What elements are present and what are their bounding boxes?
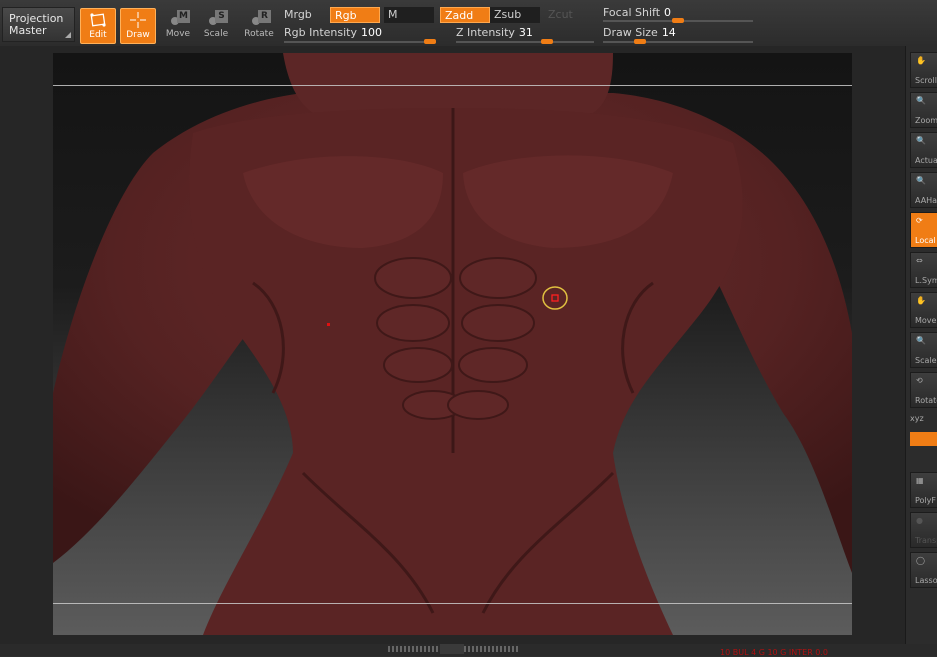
transp-button[interactable]: ●Transp — [910, 512, 937, 548]
zadd-toggle[interactable]: Zadd — [440, 7, 490, 23]
z-intensity-slider[interactable] — [456, 41, 594, 43]
xyz-button[interactable]: xyz — [910, 414, 937, 428]
frame-guide-bottom — [53, 603, 852, 604]
z-axis-button[interactable] — [910, 450, 937, 464]
polyf-button[interactable]: ▦ PolyF — [910, 472, 937, 508]
z-intensity-knob[interactable] — [541, 39, 553, 44]
aahalf-button[interactable]: 🔍AAHalf — [910, 172, 937, 208]
local-icon: ⟳ — [916, 216, 923, 225]
rotate-icon: R — [249, 10, 271, 28]
local-button[interactable]: ⟳ Local — [910, 212, 937, 248]
move-button[interactable]: M Move — [160, 8, 196, 44]
torso-model — [53, 53, 852, 635]
focal-shift-knob[interactable] — [672, 18, 684, 23]
draw-size-label: Draw Size 14 — [603, 26, 676, 39]
move-key: M — [177, 10, 190, 23]
lasso-button[interactable]: ◯ Lasso — [910, 552, 937, 588]
draw-label: Draw — [126, 30, 150, 40]
draw-size-value: 14 — [661, 26, 676, 39]
top-toolbar: Projection Master Edit Draw M Move S Sca… — [0, 0, 937, 47]
draw-icon — [128, 11, 148, 29]
rgb-intensity-label: Rgb Intensity 100 — [284, 26, 382, 39]
brush-cursor-icon — [542, 286, 568, 310]
hand-icon: ✋ — [916, 56, 926, 65]
right-shelf: ✋Scroll 🔍Zoom 🔍Actual 🔍AAHalf ⟳Local ⇔L.… — [905, 46, 937, 644]
move-icon: M — [168, 10, 190, 28]
z-intensity-value: 31 — [518, 26, 533, 39]
zoom-button[interactable]: 🔍 Zoom — [910, 92, 937, 128]
magnifier-icon: 🔍 — [916, 176, 926, 185]
z-intensity-label: Z Intensity 31 — [456, 26, 533, 39]
rotate-view-button[interactable]: ⟲Rotate — [910, 372, 937, 408]
xyz-label: xyz — [910, 414, 924, 423]
rgb-intensity-slider[interactable] — [284, 41, 436, 43]
submenu-corner-icon — [65, 32, 71, 38]
tray-toggle-icon[interactable] — [440, 644, 464, 654]
magnifier-icon: 🔍 — [916, 336, 926, 345]
sculpt-canvas[interactable] — [53, 53, 852, 635]
focal-shift-value: 0 — [664, 6, 672, 19]
transparency-icon: ● — [916, 516, 923, 525]
zcut-toggle[interactable]: Zcut — [544, 7, 594, 23]
point-marker — [327, 323, 330, 326]
magnifier-icon: 🔍 — [916, 96, 926, 105]
projection-master-button[interactable]: Projection Master — [2, 7, 75, 42]
rgb-intensity-knob[interactable] — [424, 39, 436, 44]
rotate-button[interactable]: R Rotate — [241, 8, 277, 44]
edit-icon — [88, 11, 108, 29]
scroll-button[interactable]: ✋ Scroll — [910, 52, 937, 88]
scale-button[interactable]: S Scale — [198, 8, 234, 44]
y-axis-button[interactable] — [910, 432, 937, 446]
rotate-key: R — [258, 10, 271, 23]
scale-view-button[interactable]: 🔍 Scale — [910, 332, 937, 368]
mrgb-label[interactable]: Mrgb — [284, 8, 312, 21]
scale-icon: S — [206, 10, 228, 28]
rotate-icon: ⟲ — [916, 376, 923, 385]
scale-label: Scale — [203, 29, 229, 39]
rotate-label: Rotate — [244, 29, 274, 39]
frame-guide-top — [53, 85, 852, 86]
focal-shift-label: Focal Shift 0 — [603, 6, 672, 19]
draw-button[interactable]: Draw — [120, 8, 156, 44]
m-toggle[interactable]: M — [384, 7, 434, 23]
zsub-toggle[interactable]: Zsub — [490, 7, 540, 23]
symmetry-icon: ⇔ — [916, 256, 923, 265]
rgb-toggle[interactable]: Rgb — [330, 7, 380, 23]
lasso-icon: ◯ — [916, 556, 925, 565]
draw-size-slider[interactable] — [603, 41, 753, 43]
grid-icon: ▦ — [916, 476, 924, 485]
scale-key: S — [215, 10, 228, 23]
actual-button[interactable]: 🔍Actual — [910, 132, 937, 168]
lsym-button[interactable]: ⇔L.Sym — [910, 252, 937, 288]
move-view-button[interactable]: ✋ Move — [910, 292, 937, 328]
rgb-intensity-value: 100 — [360, 26, 382, 39]
hand-icon: ✋ — [916, 296, 926, 305]
edit-button[interactable]: Edit — [80, 8, 116, 44]
edit-label: Edit — [89, 30, 107, 40]
move-label: Move — [165, 29, 191, 39]
magnifier-icon: 🔍 — [916, 136, 926, 145]
draw-size-knob[interactable] — [634, 39, 646, 44]
